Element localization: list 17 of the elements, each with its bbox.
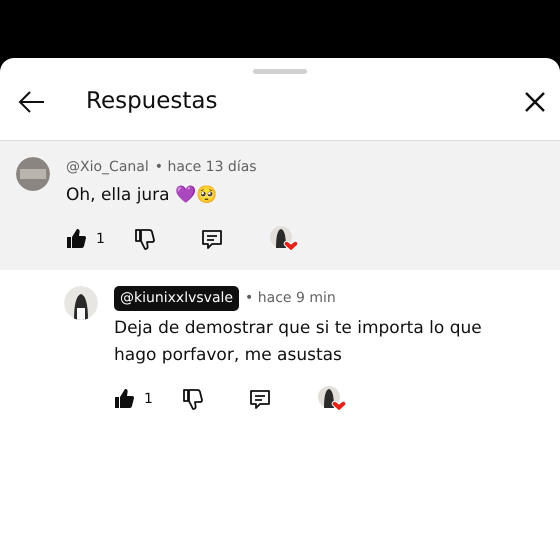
like-count: 1 bbox=[144, 390, 153, 409]
dislike-icon[interactable] bbox=[132, 227, 156, 252]
reply-icon[interactable] bbox=[200, 227, 224, 252]
close-icon[interactable] bbox=[524, 90, 546, 112]
author-name[interactable]: @kiunixxlvsvale bbox=[114, 286, 240, 312]
comment-text: Deja de demostrar que si te importa lo que hago porfavor, me asustas bbox=[114, 317, 483, 367]
reply-icon[interactable] bbox=[248, 387, 272, 412]
panel-title: Respuestas bbox=[86, 87, 218, 116]
author-name[interactable]: @Xio_Canal bbox=[66, 157, 149, 178]
like-count: 1 bbox=[96, 230, 105, 249]
drag-handle[interactable] bbox=[253, 69, 307, 74]
comment-text: Oh, ella jura 💜🥺 bbox=[66, 184, 218, 207]
avatar[interactable] bbox=[64, 286, 98, 320]
timestamp: • hace 9 min bbox=[245, 289, 336, 308]
back-arrow-icon[interactable] bbox=[18, 90, 46, 114]
timestamp: • hace 13 días bbox=[154, 158, 257, 177]
dislike-icon[interactable] bbox=[180, 387, 204, 412]
